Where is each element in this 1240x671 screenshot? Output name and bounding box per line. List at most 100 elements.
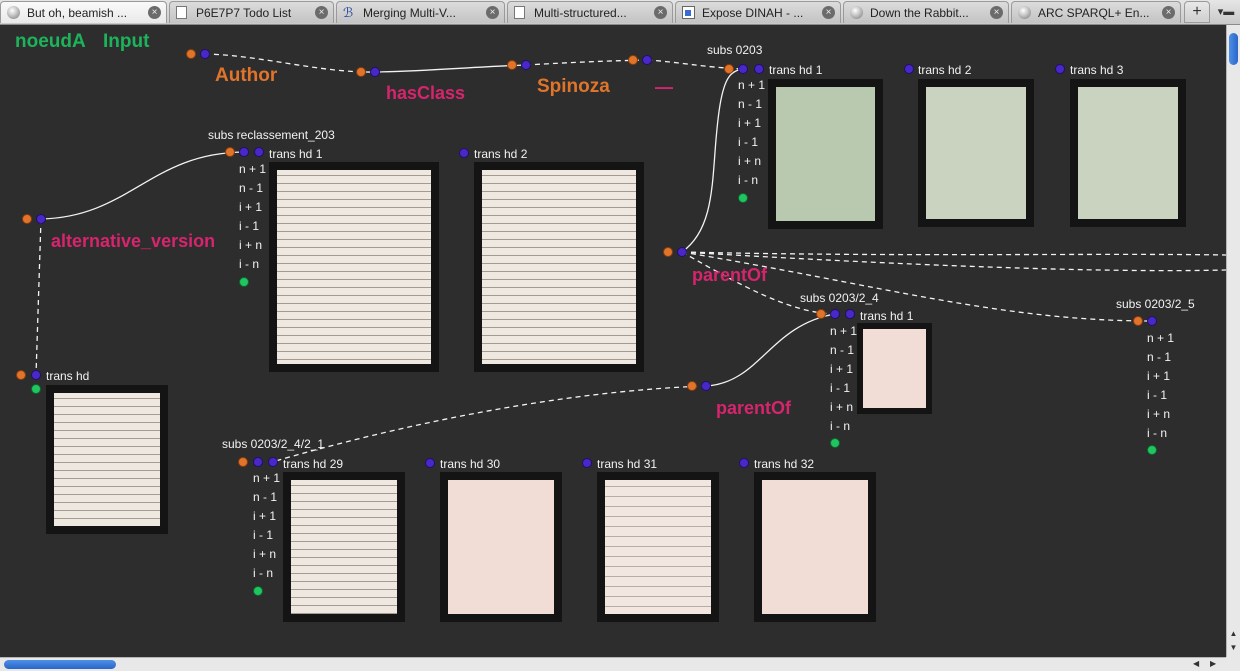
ctrl-i-minus-n[interactable]: i - n xyxy=(1147,426,1167,440)
ctrl-n-plus-1[interactable]: n + 1 xyxy=(1147,331,1174,345)
dash-in-port[interactable] xyxy=(642,55,652,65)
close-tab-icon[interactable]: × xyxy=(1162,6,1175,19)
new-tab-button[interactable]: + xyxy=(1184,1,1210,23)
ctrl-n-plus-1[interactable]: n + 1 xyxy=(253,471,280,485)
thumbnail-0203-3[interactable] xyxy=(1070,79,1186,227)
input-label[interactable]: Input xyxy=(103,31,149,53)
tab-list-menu-icon[interactable]: ▾▬ xyxy=(1214,1,1238,23)
ctrl-n-minus-1[interactable]: n - 1 xyxy=(253,490,277,504)
hasclass-edge-label[interactable]: hasClass xyxy=(386,83,465,104)
subs-0203-status-dot[interactable] xyxy=(738,193,748,203)
close-tab-icon[interactable]: × xyxy=(654,6,667,19)
trans-31-port[interactable] xyxy=(582,458,592,468)
spinoza-out-port[interactable] xyxy=(507,60,517,70)
tab-6[interactable]: Down the Rabbit... × xyxy=(843,1,1009,23)
scroll-left-arrow-icon[interactable]: ◀ xyxy=(1193,659,1199,668)
ctrl-i-plus-n[interactable]: i + n xyxy=(830,400,853,414)
parentof-2-out-port[interactable] xyxy=(687,381,697,391)
subs24-in-port[interactable] xyxy=(830,309,840,319)
hasclass-out-port[interactable] xyxy=(356,67,366,77)
spinoza-in-port[interactable] xyxy=(521,60,531,70)
ctrl-i-plus-1[interactable]: i + 1 xyxy=(239,200,262,214)
trans-left-status-dot[interactable] xyxy=(31,384,41,394)
ctrl-i-minus-1[interactable]: i - 1 xyxy=(253,528,273,542)
ctrl-i-minus-n[interactable]: i - n xyxy=(830,419,850,433)
ctrl-i-minus-1[interactable]: i - 1 xyxy=(239,219,259,233)
scroll-up-arrow-icon[interactable]: ▲ xyxy=(1227,629,1240,641)
subs-0203-in-port[interactable] xyxy=(738,64,748,74)
tab-4[interactable]: Multi-structured... × xyxy=(507,1,673,23)
spinoza-node-label[interactable]: Spinoza xyxy=(537,76,610,98)
parentof-2-in-port[interactable] xyxy=(701,381,711,391)
author-out-port[interactable] xyxy=(186,49,196,59)
subs24-out-port[interactable] xyxy=(816,309,826,319)
thumbnail-30[interactable] xyxy=(440,472,562,622)
ctrl-n-plus-1[interactable]: n + 1 xyxy=(738,78,765,92)
parentof-2-label[interactable]: parentOf xyxy=(716,398,791,419)
ctrl-i-minus-n[interactable]: i - n xyxy=(738,173,758,187)
tab-1[interactable]: But oh, beamish ... × xyxy=(0,1,167,23)
ctrl-i-minus-1[interactable]: i - 1 xyxy=(830,381,850,395)
trans-0203-3-port[interactable] xyxy=(1055,64,1065,74)
ctrl-i-minus-n[interactable]: i - n xyxy=(239,257,259,271)
thumbnail-reclass-1[interactable] xyxy=(269,162,439,372)
trans-30-port[interactable] xyxy=(425,458,435,468)
subs25-in-port[interactable] xyxy=(1147,316,1157,326)
ctrl-n-minus-1[interactable]: n - 1 xyxy=(239,181,263,195)
thumbnail-0203-2[interactable] xyxy=(918,79,1034,227)
ctrl-i-plus-1[interactable]: i + 1 xyxy=(1147,369,1170,383)
ctrl-i-minus-1[interactable]: i - 1 xyxy=(1147,388,1167,402)
dash-edge-label[interactable]: — xyxy=(655,77,673,98)
subs24-status-dot[interactable] xyxy=(830,438,840,448)
ctrl-i-plus-n[interactable]: i + n xyxy=(253,547,276,561)
vertical-scroll-thumb[interactable] xyxy=(1229,33,1238,65)
tab-7[interactable]: ARC SPARQL+ En... × xyxy=(1011,1,1181,23)
tab-2[interactable]: P6E7P7 Todo List × xyxy=(169,1,334,23)
ctrl-i-plus-1[interactable]: i + 1 xyxy=(738,116,761,130)
parentof-1-label[interactable]: parentOf xyxy=(692,265,767,286)
ctrl-i-plus-n[interactable]: i + n xyxy=(1147,407,1170,421)
thumbnail-0203-1[interactable] xyxy=(768,79,883,229)
thumbnail-32[interactable] xyxy=(754,472,876,622)
thumbnail-trans-left[interactable] xyxy=(46,385,168,534)
close-tab-icon[interactable]: × xyxy=(990,6,1003,19)
ctrl-i-plus-n[interactable]: i + n xyxy=(239,238,262,252)
reclass-status-dot[interactable] xyxy=(239,277,249,287)
ctrl-n-minus-1[interactable]: n - 1 xyxy=(738,97,762,111)
parentof-1-in-port[interactable] xyxy=(677,247,687,257)
close-tab-icon[interactable]: × xyxy=(148,6,161,19)
close-tab-icon[interactable]: × xyxy=(486,6,499,19)
graph-canvas[interactable]: noeudA Input Author hasClass Spinoza — s… xyxy=(0,25,1226,657)
ctrl-i-plus-1[interactable]: i + 1 xyxy=(830,362,853,376)
reclass-in-port[interactable] xyxy=(239,147,249,157)
trans-left-out-port[interactable] xyxy=(16,370,26,380)
thumbnail-24-1[interactable] xyxy=(857,323,932,414)
tab-5[interactable]: Expose DINAH - ... × xyxy=(675,1,841,23)
author-in-port[interactable] xyxy=(200,49,210,59)
close-tab-icon[interactable]: × xyxy=(315,6,328,19)
alternative-version-label[interactable]: alternative_version xyxy=(51,231,215,252)
subs2421-status-dot[interactable] xyxy=(253,586,263,596)
ctrl-i-minus-n[interactable]: i - n xyxy=(253,566,273,580)
trans-reclass-2-port[interactable] xyxy=(459,148,469,158)
reclass-out-port[interactable] xyxy=(225,147,235,157)
trans-29-port[interactable] xyxy=(268,457,278,467)
horizontal-scroll-thumb[interactable] xyxy=(4,660,116,669)
subs2421-out-port[interactable] xyxy=(238,457,248,467)
trans-32-port[interactable] xyxy=(739,458,749,468)
subs25-out-port[interactable] xyxy=(1133,316,1143,326)
thumbnail-29[interactable] xyxy=(283,472,405,622)
trans-left-in-port[interactable] xyxy=(31,370,41,380)
subs25-status-dot[interactable] xyxy=(1147,445,1157,455)
trans-0203-1-port[interactable] xyxy=(754,64,764,74)
trans-reclass-1-port[interactable] xyxy=(254,147,264,157)
ctrl-n-minus-1[interactable]: n - 1 xyxy=(1147,350,1171,364)
trans-0203-2-port[interactable] xyxy=(904,64,914,74)
ctrl-n-minus-1[interactable]: n - 1 xyxy=(830,343,854,357)
thumbnail-31[interactable] xyxy=(597,472,719,622)
trans-24-1-port[interactable] xyxy=(845,309,855,319)
horizontal-scrollbar[interactable]: ◀ ▶ xyxy=(0,657,1226,671)
scroll-right-arrow-icon[interactable]: ▶ xyxy=(1210,659,1216,668)
scroll-down-arrow-icon[interactable]: ▼ xyxy=(1227,643,1240,655)
ctrl-i-minus-1[interactable]: i - 1 xyxy=(738,135,758,149)
